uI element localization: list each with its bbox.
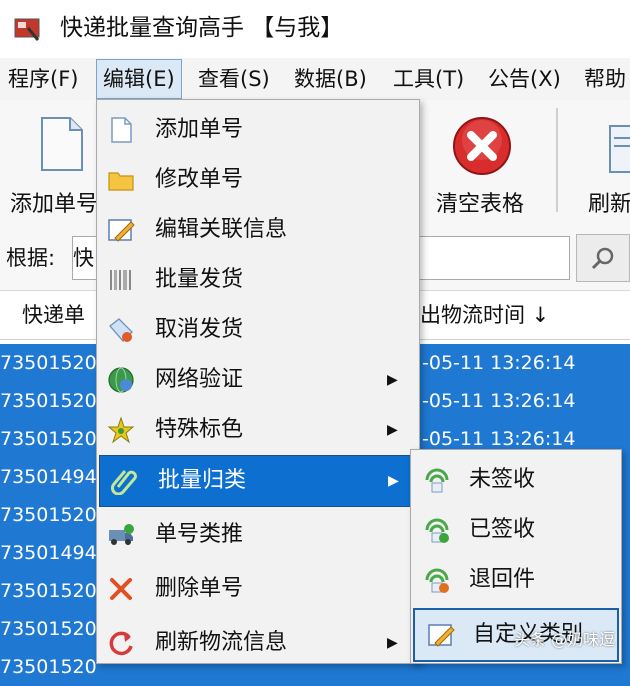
column-header-tracking[interactable]: 快递单 — [22, 291, 85, 339]
submenu-item-unsigned[interactable]: 未签收 — [411, 455, 619, 505]
cell-tracking: 73501494 — [0, 466, 97, 488]
refresh-icon — [109, 631, 133, 656]
edit-pen-icon — [108, 219, 135, 242]
menu-edit[interactable]: 编辑(E) — [96, 59, 182, 99]
menu-item-network-verify[interactable]: 网络验证 ▶ — [97, 355, 417, 405]
submenu-item-label: 未签收 — [469, 467, 536, 492]
delete-x-icon — [110, 578, 132, 600]
menu-item-batch-ship[interactable]: 批量发货 — [97, 255, 417, 305]
search-input[interactable] — [418, 236, 570, 280]
menu-announcement[interactable]: 公告(X) — [482, 58, 567, 100]
edit-menu-dropdown: 添加单号 修改单号 编辑关联信息 批量发货 取消发货 网络验证 ▶ 特殊标色 ▶… — [96, 99, 420, 664]
menu-item-label: 批量归类 — [158, 468, 247, 493]
folder-icon — [108, 172, 134, 191]
clear-table-label: 清空表格 — [436, 192, 525, 217]
menu-item-label: 刷新物流信息 — [155, 630, 288, 655]
submenu-item-label: 已签收 — [469, 517, 536, 542]
menu-bar: 程序(F) 编辑(E) 查看(S) 数据(B) 工具(T) 公告(X) 帮助 — [0, 58, 630, 101]
paperclip-icon — [111, 470, 137, 495]
window-title: 快递批量查询高手 【与我】 — [60, 15, 344, 41]
refresh-button[interactable]: 刷新 — [580, 110, 630, 220]
menu-item-refresh-logistics[interactable]: 刷新物流信息 ▶ — [97, 618, 417, 668]
menu-item-special-color[interactable]: 特殊标色 ▶ — [97, 405, 417, 455]
menu-item-add-number[interactable]: 添加单号 — [97, 105, 417, 155]
cell-tracking: 73501520 — [0, 390, 97, 412]
search-by-label: 根据: — [6, 246, 56, 270]
menu-item-number-infer[interactable]: 单号类推 — [97, 510, 417, 560]
watermark-text: 头条 @奶味逗 — [514, 630, 616, 649]
tag-cancel-icon — [109, 318, 133, 342]
submenu-item-signed[interactable]: 已签收 — [411, 505, 619, 555]
menu-program[interactable]: 程序(F) — [2, 58, 84, 100]
toolbar-separator — [556, 108, 558, 212]
menu-view[interactable]: 查看(S) — [192, 58, 276, 100]
menu-data[interactable]: 数据(B) — [288, 58, 373, 100]
submenu-arrow-icon: ▶ — [387, 372, 398, 388]
add-number-label: 添加单号 — [10, 192, 99, 217]
app-logo-icon — [14, 16, 40, 42]
menu-item-edit-related[interactable]: 编辑关联信息 — [97, 205, 417, 255]
search-field-select[interactable]: 快 — [72, 236, 98, 280]
barcode-icon — [110, 270, 131, 290]
title-bar: 快递批量查询高手 【与我】 — [0, 0, 630, 58]
cell-tracking: 73501520 — [0, 352, 97, 374]
refresh-label: 刷新 — [588, 192, 630, 217]
menu-item-modify-number[interactable]: 修改单号 — [97, 155, 417, 205]
document-icon — [40, 116, 84, 176]
globe-icon — [108, 367, 134, 393]
menu-item-label: 网络验证 — [155, 367, 244, 392]
menu-item-label: 添加单号 — [155, 117, 244, 142]
truck-icon — [109, 524, 134, 545]
cell-tracking: 73501520 — [0, 428, 97, 450]
submenu-item-returned[interactable]: 退回件 — [411, 555, 619, 605]
cell-tracking: 73501520 — [0, 618, 97, 640]
menu-item-label: 特殊标色 — [155, 417, 244, 442]
menu-item-label: 编辑关联信息 — [155, 217, 288, 242]
custom-edit-icon — [428, 624, 455, 647]
signal-pending-icon — [425, 468, 449, 493]
menu-help[interactable]: 帮助 — [578, 58, 630, 100]
menu-tools[interactable]: 工具(T) — [387, 58, 470, 100]
menu-item-delete-number[interactable]: 删除单号 — [97, 564, 417, 614]
cell-tracking: 73501520 — [0, 656, 97, 678]
menu-item-cancel-ship[interactable]: 取消发货 — [97, 305, 417, 355]
menu-item-label: 取消发货 — [155, 317, 244, 342]
cell-tracking: 73501494 — [0, 542, 97, 564]
menu-item-label: 修改单号 — [155, 167, 244, 192]
star-color-icon — [107, 416, 135, 444]
clear-table-button[interactable]: 清空表格 — [428, 110, 544, 220]
menu-item-label: 单号类推 — [155, 522, 244, 547]
refresh-doc-icon — [608, 124, 630, 178]
signal-returned-icon — [425, 568, 449, 593]
menu-item-label: 删除单号 — [155, 576, 244, 601]
column-header-time[interactable]: 出物流时间 ↓ — [420, 291, 549, 339]
search-button[interactable] — [576, 234, 630, 282]
cell-time: -05-11 13:26:14 — [422, 352, 576, 374]
document-icon — [111, 117, 132, 143]
submenu-item-label: 退回件 — [469, 567, 536, 592]
menu-item-batch-classify[interactable]: 批量归类 ▶ — [99, 455, 413, 507]
submenu-arrow-icon: ▶ — [388, 473, 399, 489]
submenu-arrow-icon: ▶ — [387, 422, 398, 438]
signal-signed-icon — [425, 518, 449, 543]
submenu-arrow-icon: ▶ — [387, 635, 398, 651]
cell-time: -05-11 13:26:14 — [422, 390, 576, 412]
search-icon — [591, 247, 614, 270]
menu-item-label: 批量发货 — [155, 267, 244, 292]
cell-tracking: 73501520 — [0, 580, 97, 602]
cell-tracking: 73501520 — [0, 504, 97, 526]
clear-x-icon — [452, 116, 512, 180]
